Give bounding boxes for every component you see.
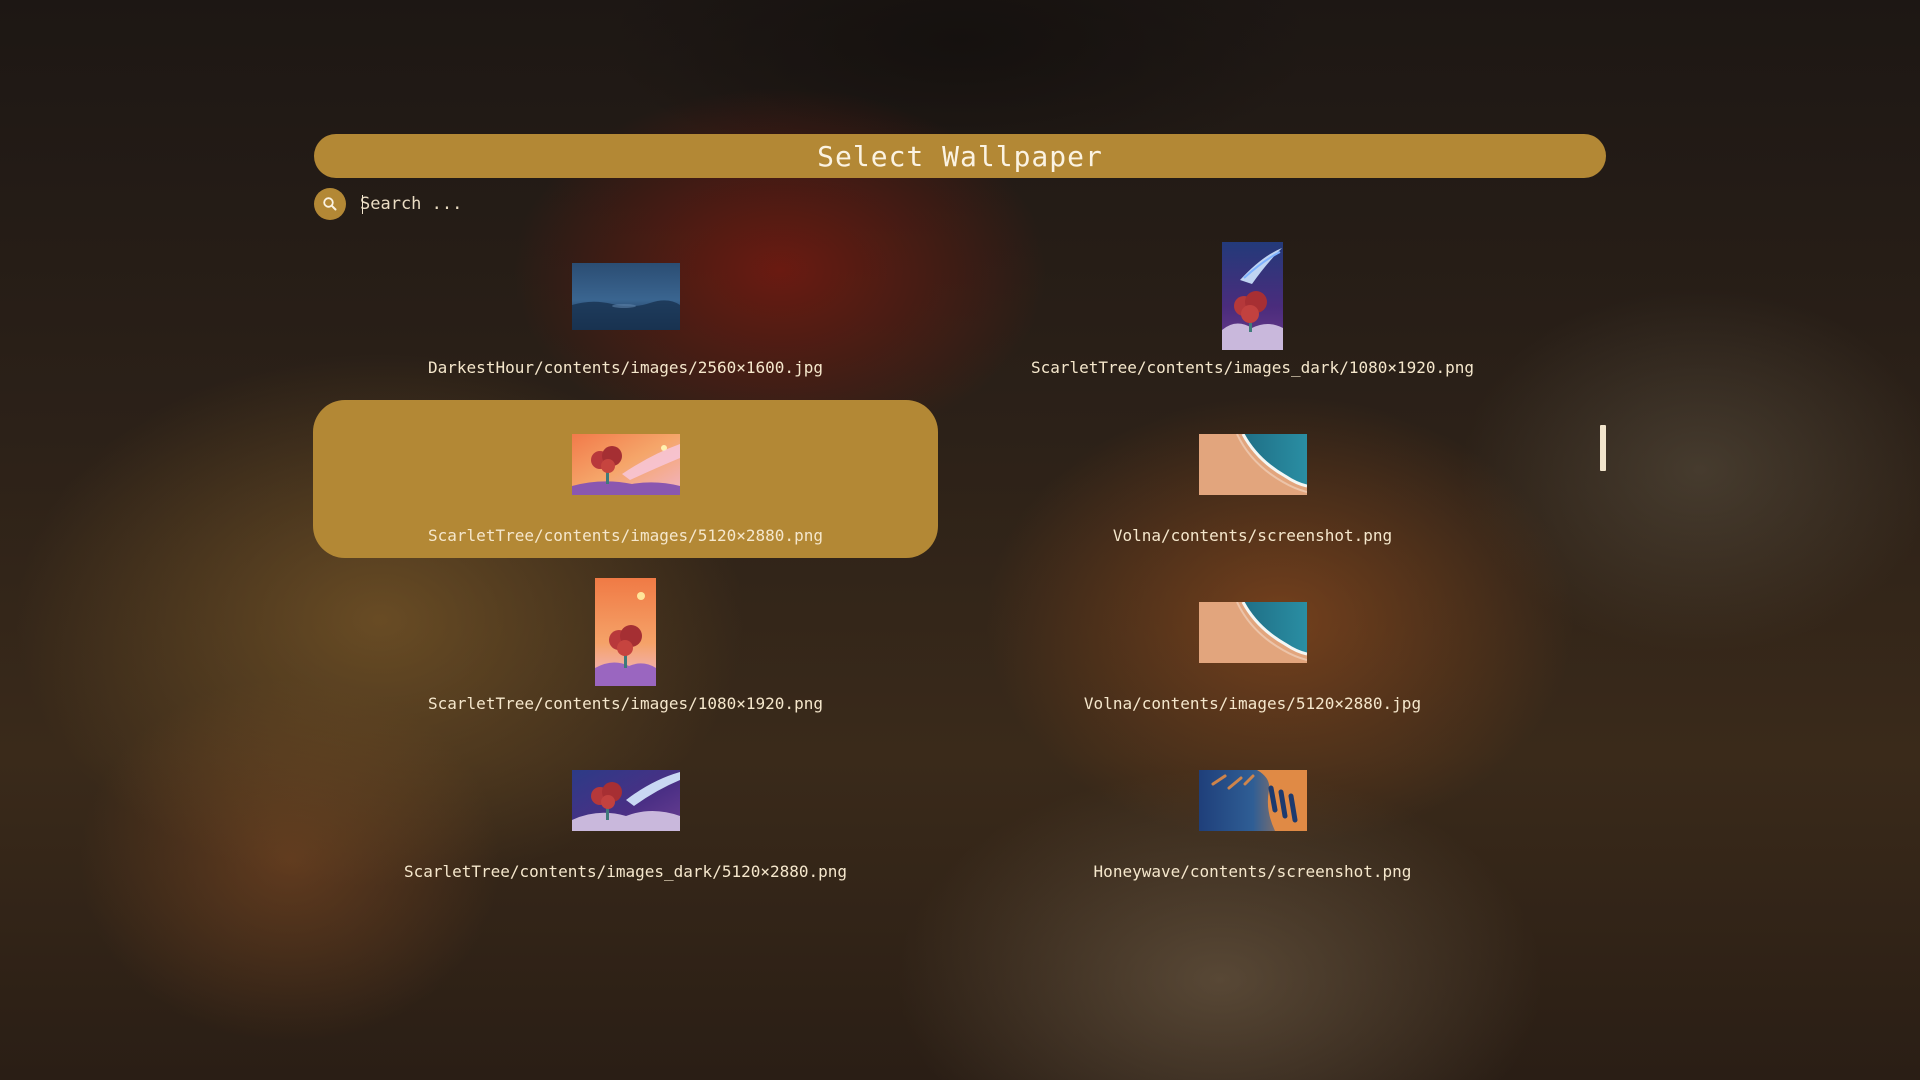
wallpaper-item[interactable]: ScarletTree/contents/images/1080×1920.pn… [313,568,938,726]
wallpaper-item[interactable]: DarkestHour/contents/images/2560×1600.jp… [313,232,938,390]
thumbnail-frame [313,746,938,854]
wallpaper-label: ScarletTree/contents/images/5120×2880.pn… [428,526,823,545]
scrollbar-thumb[interactable] [1600,425,1606,471]
wallpaper-label: Honeywave/contents/screenshot.png [1093,862,1412,881]
thumbnail-frame [940,410,1565,518]
wallpaper-thumbnail-darkest-hour [571,262,680,330]
wallpaper-item[interactable]: Volna/contents/screenshot.png [940,400,1565,558]
wallpaper-thumbnail-volna-wave [1198,601,1307,663]
wallpaper-label: ScarletTree/contents/images_dark/5120×28… [403,862,848,881]
wallpaper-thumbnail-volna-wave [1198,433,1307,495]
wallpaper-label: Volna/contents/images/5120×2880.jpg [1083,694,1422,713]
wallpaper-label: ScarletTree/contents/images/1080×1920.pn… [428,694,823,713]
thumbnail-frame [940,578,1565,686]
search-bar[interactable] [314,188,762,220]
wallpaper-label: ScarletTree/contents/images_dark/1080×19… [1030,358,1475,377]
thumbnail-frame [313,410,938,518]
wallpaper-grid: DarkestHour/contents/images/2560×1600.jp… [313,232,1565,894]
wallpaper-thumbnail-scarlet-tree-dark-landscape [571,769,680,831]
wallpaper-item[interactable]: Honeywave/contents/screenshot.png [940,736,1565,894]
search-input[interactable] [358,193,762,215]
wallpaper-item[interactable]: Volna/contents/images/5120×2880.jpg [940,568,1565,726]
thumbnail-frame [940,746,1565,854]
wallpaper-thumbnail-scarlet-tree-dark-portrait [1222,242,1283,350]
wallpaper-label: Volna/contents/screenshot.png [1112,526,1393,545]
title-bar: Select Wallpaper [314,134,1606,178]
thumbnail-frame [313,242,938,350]
wallpaper-label: DarkestHour/contents/images/2560×1600.jp… [428,358,823,377]
wallpaper-item[interactable]: ScarletTree/contents/images_dark/5120×28… [313,736,938,894]
wallpaper-thumbnail-scarlet-tree-landscape [571,433,680,495]
wallpaper-item-selected[interactable]: ScarletTree/contents/images/5120×2880.pn… [313,400,938,558]
text-caret [362,195,363,214]
wallpaper-thumbnail-scarlet-tree-portrait [595,578,656,686]
thumbnail-frame [940,242,1565,350]
thumbnail-frame [313,578,938,686]
search-icon [314,188,346,220]
wallpaper-thumbnail-honeywave [1198,769,1307,831]
page-title: Select Wallpaper [817,139,1103,173]
wallpaper-item[interactable]: ScarletTree/contents/images_dark/1080×19… [940,232,1565,390]
